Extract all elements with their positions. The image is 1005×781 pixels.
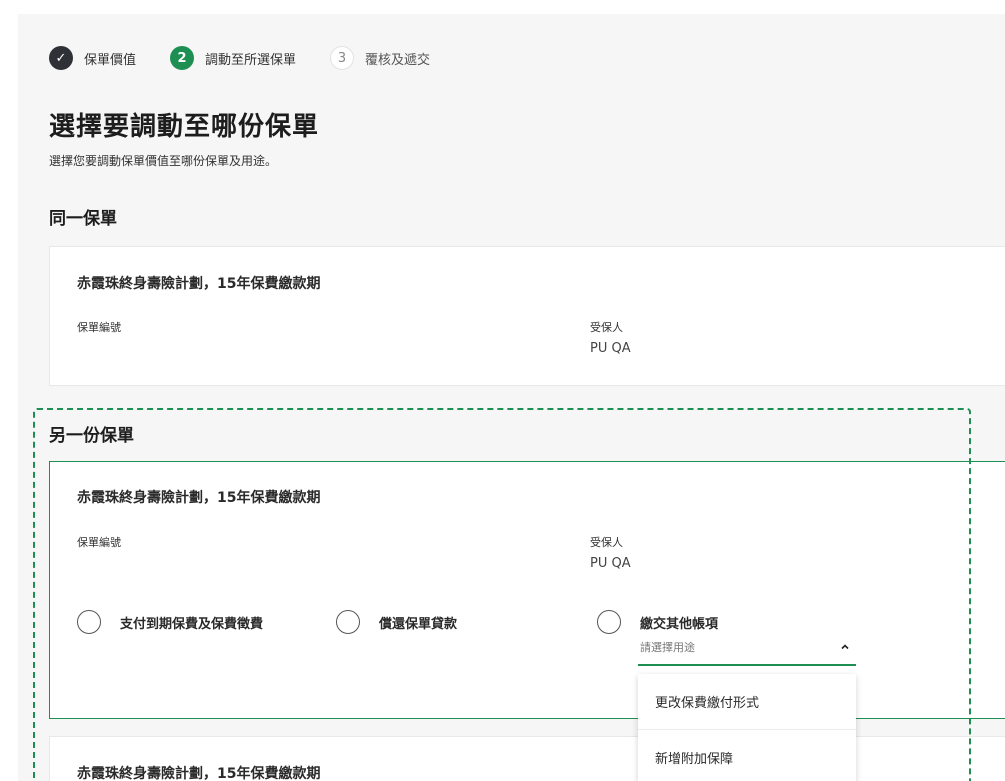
step-1: ✓ 保單價值 <box>49 46 136 70</box>
step-2-label: 調動至所選保單 <box>205 52 297 68</box>
radio-other-accounts[interactable]: 繳交其他帳項 <box>597 610 718 634</box>
insured-label: 受保人 <box>590 321 623 334</box>
step-1-label: 保單價值 <box>84 52 137 68</box>
plan-name: 赤霞珠終身壽險計劃，15年保費繳款期 <box>77 766 321 781</box>
radio-circle[interactable] <box>597 610 621 634</box>
step-3-number: 3 <box>330 46 355 70</box>
select-placeholder: 請選擇用途 <box>640 641 695 654</box>
step-1-check-icon: ✓ <box>49 46 73 70</box>
insured-value: PU QA <box>590 556 631 571</box>
purpose-dropdown-menu: 更改保費繳付形式 新增附加保障 <box>638 674 856 781</box>
content-panel: ✓ 保單價值 2 調動至所選保單 3 覆核及遞交 選擇要調動至哪份保單 選擇您要… <box>18 14 1005 781</box>
radio-label: 繳交其他帳項 <box>640 616 719 632</box>
policy-number-label: 保單編號 <box>77 536 121 549</box>
step-2: 2 調動至所選保單 <box>170 46 296 70</box>
chevron-up-icon <box>841 644 849 650</box>
other-policy-card-selected[interactable]: 赤霞珠終身壽險計劃，15年保費繳款期 保單編號 受保人 PU QA 支付到期保費… <box>49 461 1005 719</box>
dropdown-item-add-rider[interactable]: 新增附加保障 <box>638 730 856 781</box>
same-policy-card[interactable]: 赤霞珠終身壽險計劃，15年保費繳款期 保單編號 受保人 PU QA <box>49 246 1005 386</box>
plan-name: 赤霞珠終身壽險計劃，15年保費繳款期 <box>77 490 321 506</box>
radio-circle[interactable] <box>77 610 101 634</box>
other-policy-section-title: 另一份保單 <box>49 426 134 446</box>
radio-repay-loan[interactable]: 償還保單貸款 <box>336 610 457 634</box>
other-policy-card-2[interactable]: 赤霞珠終身壽險計劃，15年保費繳款期 <box>49 736 1005 781</box>
step-3-label: 覆核及遞交 <box>365 52 431 68</box>
dropdown-item-change-payment-mode[interactable]: 更改保費繳付形式 <box>638 674 856 728</box>
step-2-number: 2 <box>170 46 195 70</box>
purpose-select[interactable]: 請選擇用途 <box>638 634 856 666</box>
policy-number-label: 保單編號 <box>77 321 121 334</box>
page-title: 選擇要調動至哪份保單 <box>49 112 320 142</box>
radio-label: 償還保單貸款 <box>379 616 458 632</box>
page-subtitle: 選擇您要調動保單價值至哪份保單及用途。 <box>49 154 278 168</box>
radio-pay-premium[interactable]: 支付到期保費及保費徵費 <box>77 610 263 634</box>
plan-name: 赤霞珠終身壽險計劃，15年保費繳款期 <box>77 276 321 292</box>
insured-label: 受保人 <box>590 536 623 549</box>
radio-label: 支付到期保費及保費徵費 <box>120 616 264 632</box>
radio-circle[interactable] <box>336 610 360 634</box>
same-policy-section-title: 同一保單 <box>49 209 117 229</box>
progress-stepper: ✓ 保單價值 2 調動至所選保單 3 覆核及遞交 <box>49 46 464 70</box>
step-3: 3 覆核及遞交 <box>330 46 430 70</box>
insured-value: PU QA <box>590 341 631 356</box>
